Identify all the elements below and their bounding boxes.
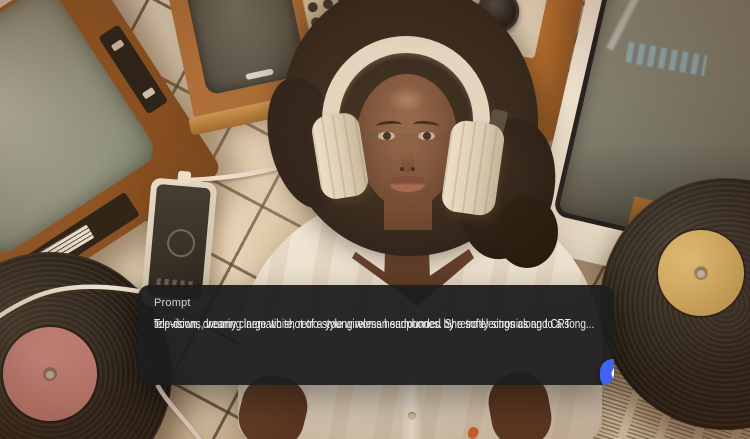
hair-curl-right-lower xyxy=(496,196,558,268)
shirt-placket xyxy=(402,382,422,439)
music-player-screen xyxy=(147,183,211,301)
prompt-label: Prompt xyxy=(154,297,191,309)
vinyl-right-spindle-hole xyxy=(696,268,706,278)
prompt-panel: Prompt Top-down, dreamy cinematic shot o… xyxy=(138,285,614,385)
screenshot-root: Prompt Top-down, dreamy cinematic shot o… xyxy=(0,0,750,439)
vinyl-left-label xyxy=(3,327,97,421)
vinyl-right-label xyxy=(658,230,744,316)
vinyl-left-spindle-hole xyxy=(45,369,55,379)
generate-button[interactable]: Generate xyxy=(600,359,614,385)
lips xyxy=(390,176,425,192)
prompt-text-line-2: televisions, wearing large white, retro-… xyxy=(154,317,595,331)
nose xyxy=(400,138,415,172)
generate-button-label: Generate xyxy=(611,367,614,381)
crt-static-band xyxy=(625,41,708,76)
